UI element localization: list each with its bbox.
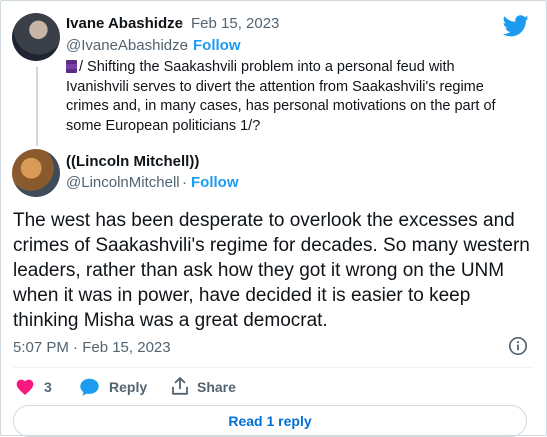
follow-separator: · xyxy=(182,174,187,191)
heart-icon[interactable] xyxy=(15,377,35,397)
like-count[interactable]: 3 xyxy=(44,379,52,395)
follow-button[interactable]: Follow xyxy=(191,174,239,191)
thread-connector-line xyxy=(36,67,38,146)
tweet-timestamp[interactable]: 5:07 PM · Feb 15, 2023 xyxy=(13,339,171,356)
tweet-text: The west has been desperate to overlook … xyxy=(13,210,530,331)
quoted-tweet-text: / Shifting the Saakashvili problem into … xyxy=(66,59,496,134)
avatar-lincoln-mitchell[interactable] xyxy=(12,149,60,197)
quoted-author-handle[interactable]: @IvaneAbashidze xyxy=(66,37,188,54)
info-icon[interactable] xyxy=(508,336,528,356)
quoted-date-separator: · xyxy=(179,15,184,32)
action-divider xyxy=(13,367,533,368)
quoted-follow-button[interactable]: Follow xyxy=(193,37,241,54)
flag-emoji-icon xyxy=(66,60,77,73)
speech-bubble-icon[interactable] xyxy=(79,377,100,397)
share-icon[interactable] xyxy=(171,376,189,396)
tweet-embed-card: Ivane Abashidze · Feb 15, 2023 @IvaneAba… xyxy=(0,0,547,437)
quoted-follow-separator: · xyxy=(184,37,189,54)
reply-button[interactable]: Reply xyxy=(109,379,147,395)
twitter-bird-icon[interactable] xyxy=(503,15,529,37)
author-name[interactable]: ((Lincoln Mitchell)) xyxy=(66,153,199,170)
read-replies-button[interactable]: Read 1 reply xyxy=(13,405,527,437)
quoted-author-name[interactable]: Ivane Abashidze xyxy=(66,15,183,32)
quoted-date[interactable]: Feb 15, 2023 xyxy=(191,15,279,32)
author-handle[interactable]: @LincolnMitchell xyxy=(66,174,180,191)
avatar-ivane-abashidze[interactable] xyxy=(12,13,60,61)
share-button[interactable]: Share xyxy=(197,379,236,395)
